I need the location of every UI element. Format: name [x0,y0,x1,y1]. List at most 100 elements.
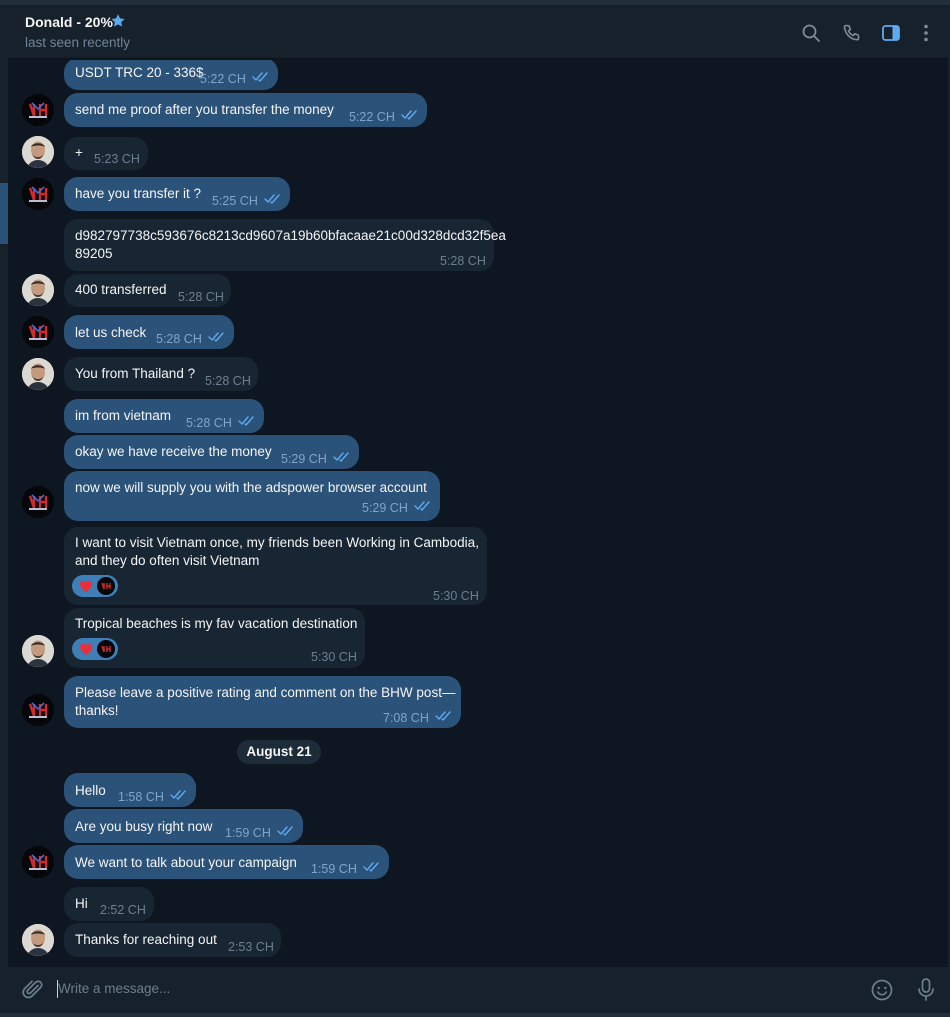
message-text: okay we have receive the money [75,444,272,459]
message-input[interactable]: Write a message... [58,981,170,996]
star-icon [111,14,125,27]
message-time: 5:22 CH [349,110,395,124]
message-outgoing[interactable]: im from vietnam 5:28 CH [64,399,264,433]
read-ticks-icon [264,194,280,204]
message-text: let us check [75,325,147,340]
message-text: have you transfer it ? [75,186,202,201]
message-time: 5:28 CH [440,254,486,268]
emoji-icon[interactable] [870,978,894,1002]
message-time: 5:23 CH [94,152,140,166]
message-incoming[interactable]: 400 transferred 5:28 CH [64,274,231,307]
phone-icon[interactable] [841,22,863,44]
reaction-badge[interactable] [72,638,118,660]
message-time: 5:25 CH [212,194,258,208]
message-list[interactable]: USDT TRC 20 - 336$ 5:22 CH send me proof… [8,60,948,966]
heart-reaction-icon [79,643,93,655]
message-incoming[interactable]: + 5:23 CH [64,137,148,170]
attach-icon[interactable] [21,978,45,1002]
chat-list-edge [0,5,8,1017]
message-time: 5:29 CH [281,452,327,466]
message-outgoing[interactable]: let us check 5:28 CH [64,315,234,349]
message-time: 5:22 CH [200,72,246,86]
message-incoming[interactable]: Thanks for reaching out 2:53 CH [64,923,281,957]
read-ticks-icon [238,416,254,426]
message-time: 2:52 CH [100,903,146,917]
message-text: Thanks for reaching out [75,932,217,947]
message-time: 5:29 CH [362,501,408,515]
message-time: 5:28 CH [186,416,232,430]
composer-bar: Write a message... [8,967,948,1013]
message-text: USDT TRC 20 - 336$ [75,65,204,80]
contact-name[interactable]: Donald - 20% [25,14,113,30]
avatar-donald[interactable] [22,136,54,168]
message-incoming[interactable]: Tropical beaches is my fav vacation dest… [64,608,365,668]
heart-reaction-icon [79,580,93,592]
message-outgoing[interactable]: We want to talk about your campaign 1:59… [64,845,389,879]
message-text: Are you busy right now [75,819,213,834]
message-time: 2:53 CH [228,940,274,954]
message-incoming[interactable]: d982797738c593676c8213cd9607a19b60bfacaa… [64,219,506,271]
message-text: Tropical beaches is my fav vacation dest… [75,616,358,631]
avatar-donald[interactable] [22,924,54,956]
message-time: 5:30 CH [311,650,357,664]
message-incoming[interactable]: You from Thailand ? 5:28 CH [64,357,258,391]
date-separator: August 21 [237,740,321,764]
message-time: 5:28 CH [156,332,202,346]
message-time: 1:58 CH [118,790,164,804]
message-text: You from Thailand ? [75,366,196,381]
read-ticks-icon [252,72,268,82]
avatar-agency[interactable] [22,846,54,878]
message-outgoing[interactable]: Are you busy right now 1:59 CH [64,809,303,843]
contact-status: last seen recently [25,35,131,50]
message-outgoing[interactable]: okay we have receive the money 5:29 CH [64,435,359,469]
message-outgoing[interactable]: USDT TRC 20 - 336$ 5:22 CH [64,60,278,90]
message-incoming[interactable]: I want to visit Vietnam once, my friends… [64,527,487,605]
avatar-agency[interactable] [22,486,54,518]
avatar-agency[interactable] [22,316,54,348]
read-ticks-icon [208,332,224,342]
avatar-donald[interactable] [22,274,54,306]
avatar-agency[interactable] [22,94,54,126]
read-ticks-icon [363,862,379,872]
reaction-badge[interactable] [72,575,118,597]
message-time: 5:28 CH [178,290,224,304]
microphone-icon[interactable] [914,977,938,1003]
message-text: now we will supply you with the adspower… [75,480,427,495]
message-outgoing[interactable]: have you transfer it ? 5:25 CH [64,177,290,211]
avatar-donald[interactable] [22,358,54,390]
read-ticks-icon [277,826,293,836]
message-time: 1:59 CH [225,826,271,840]
read-ticks-icon [333,452,349,462]
message-incoming[interactable]: Hi 2:52 CH [64,887,154,921]
search-icon[interactable] [800,22,822,44]
chat-window: Donald - 20% last seen recently USDT TRC… [0,0,950,1017]
message-time: 7:08 CH [383,711,429,725]
message-text: 400 transferred [75,282,167,297]
message-time: 5:28 CH [205,374,251,388]
avatar-agency[interactable] [22,694,54,726]
more-icon[interactable] [915,22,937,44]
message-text: send me proof after you transfer the mon… [75,102,334,117]
message-text: I want to visit Vietnam once, my friends… [75,535,479,568]
reactor-avatar [97,577,115,595]
message-outgoing[interactable]: now we will supply you with the adspower… [64,471,440,521]
message-time: 5:30 CH [433,589,479,603]
chat-header[interactable]: Donald - 20% last seen recently [8,5,948,59]
message-time: 1:59 CH [311,862,357,876]
message-outgoing[interactable]: Please leave a positive rating and comme… [64,676,461,728]
reactor-avatar [97,640,115,658]
avatar-donald[interactable] [22,635,54,667]
read-ticks-icon [435,711,451,721]
avatar-agency[interactable] [22,178,54,210]
message-text: Hello [75,783,106,798]
read-ticks-icon [401,110,417,120]
message-outgoing[interactable]: send me proof after you transfer the mon… [64,93,427,127]
sidebar-toggle-icon[interactable] [880,22,902,44]
window-bottom-border [0,1013,950,1017]
read-ticks-icon [414,501,430,511]
message-outgoing[interactable]: Hello 1:58 CH [64,773,196,807]
message-text: im from vietnam [75,408,172,423]
selected-chat-indicator [0,183,8,244]
message-text: We want to talk about your campaign [75,855,297,870]
message-text: Hi [75,896,88,911]
